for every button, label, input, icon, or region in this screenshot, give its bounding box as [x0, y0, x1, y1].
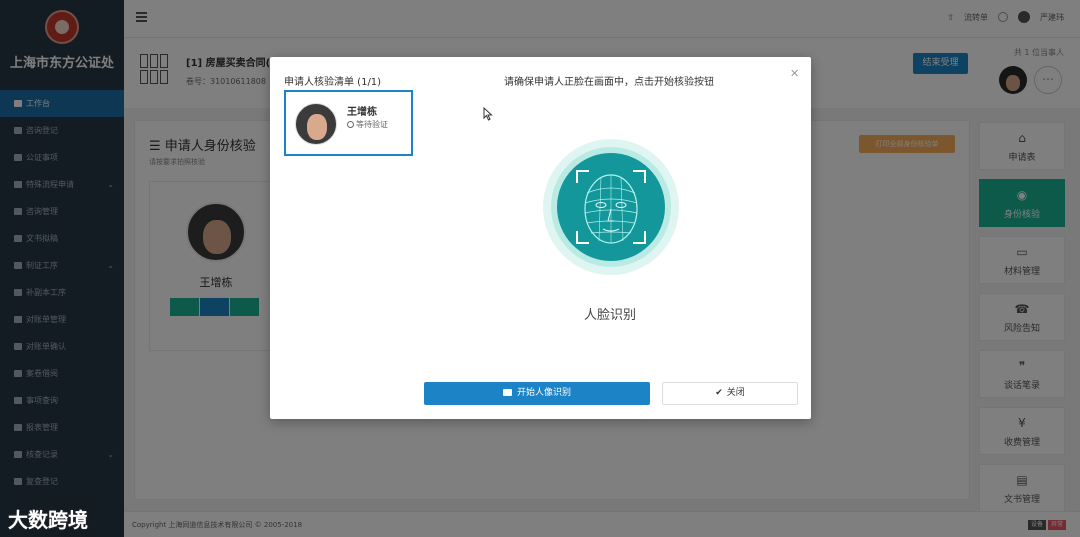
close-icon[interactable]: ✕	[790, 67, 799, 80]
applicant-list-title: 申请人核验清单 (1/1)	[284, 77, 382, 88]
modal-instruction: 请确保申请人正脸在画面中，点击开始核验按钮	[504, 77, 714, 88]
start-face-recognition-button[interactable]: 开始人像识别	[424, 382, 650, 405]
applicant-name: 王增栋	[347, 107, 377, 118]
camera-icon	[502, 389, 512, 396]
applicant-photo	[295, 103, 337, 145]
close-button[interactable]: ✔ 关闭	[662, 382, 798, 405]
check-icon: ✔	[715, 388, 723, 398]
watermark: 大数跨境	[8, 508, 88, 532]
face-scan-icon	[557, 153, 665, 261]
face-verification-modal: 申请人核验清单 (1/1) 请确保申请人正脸在画面中，点击开始核验按钮 ✕ 王增…	[270, 57, 811, 419]
applicant-status: 等待验证	[347, 119, 388, 130]
clock-icon	[347, 121, 354, 128]
mouse-cursor-icon	[483, 107, 493, 121]
applicant-card[interactable]: 王增栋 等待验证	[284, 90, 413, 156]
face-recognition-label: 人脸识别	[583, 308, 636, 323]
